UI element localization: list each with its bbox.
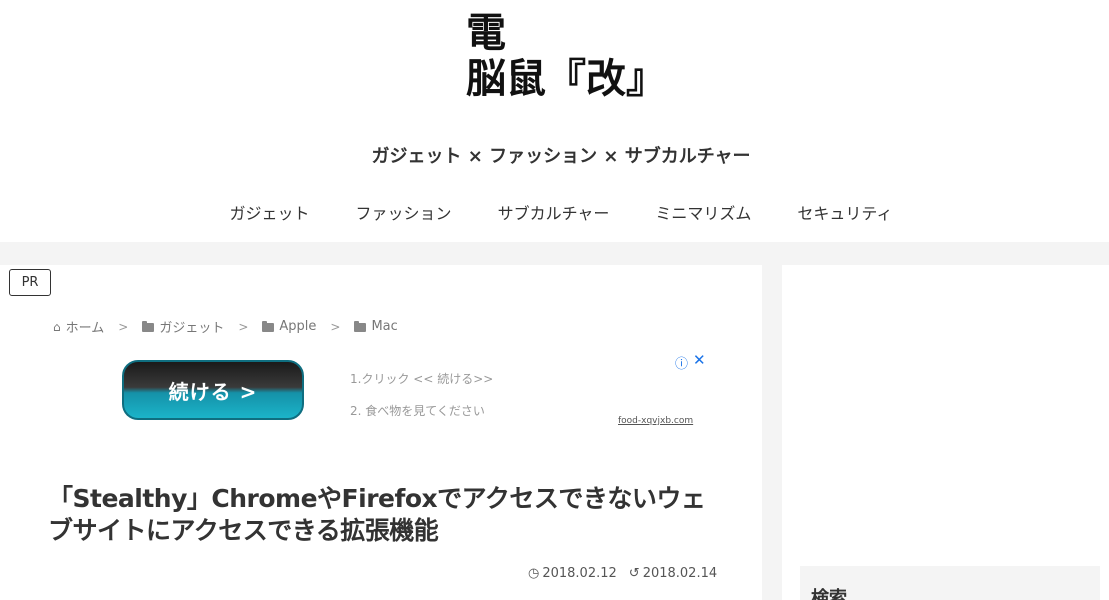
- nav-item-minimalism[interactable]: ミニマリズム: [655, 200, 751, 224]
- breadcrumb-home-label: ホーム: [65, 321, 105, 336]
- sidebar: [782, 265, 1109, 600]
- logo-line-1: 電: [466, 9, 506, 56]
- chevron-right-icon: >: [238, 319, 249, 334]
- chevron-right-icon: >: [330, 319, 341, 334]
- nav-item-security[interactable]: セキュリティ: [797, 200, 892, 224]
- main-content: [0, 265, 762, 600]
- ad-continue-button[interactable]: 続ける >: [122, 360, 304, 420]
- post-dates: ◷ 2018.02.12 ↺ 2018.02.14: [528, 566, 717, 581]
- ad-info-icon[interactable]: ⓘ: [675, 353, 688, 372]
- updated-date-value: 2018.02.14: [642, 566, 718, 581]
- breadcrumb-home[interactable]: ⌂ ホーム: [53, 317, 105, 337]
- updated-date: ↺ 2018.02.14: [629, 566, 717, 581]
- nav-item-fashion[interactable]: ファッション: [356, 200, 452, 224]
- ad-banner[interactable]: 続ける > 1.クリック << 続ける>> 2. 食べ物を見てください food…: [110, 347, 710, 432]
- breadcrumb-label: Mac: [371, 319, 398, 334]
- logo-line-2: 脳鼠『改』: [466, 55, 666, 102]
- home-icon: ⌂: [53, 319, 61, 334]
- folder-icon: [262, 320, 275, 332]
- pr-badge: PR: [9, 269, 51, 296]
- ad-close-icon[interactable]: ✕: [693, 351, 706, 369]
- site-header: 電 脳鼠『改』 ガジェット × ファッション × サブカルチャー ガジェット フ…: [0, 0, 1109, 242]
- chevron-right-icon: >: [118, 319, 129, 334]
- article-title: 「Stealthy」ChromeやFirefoxでアクセスできないウェブサイトに…: [48, 484, 706, 545]
- published-date-value: 2018.02.12: [542, 566, 617, 581]
- site-logo[interactable]: 電 脳鼠『改』: [466, 10, 666, 102]
- folder-icon: [354, 320, 367, 332]
- ad-text-line-1: 1.クリック << 続ける>>: [350, 372, 494, 386]
- breadcrumb: ⌂ ホーム > ガジェット > Apple > Mac: [53, 317, 398, 336]
- search-widget-title: 検索: [811, 588, 847, 600]
- site-tagline: ガジェット × ファッション × サブカルチャー: [371, 146, 751, 167]
- nav-item-subculture[interactable]: サブカルチャー: [498, 200, 610, 224]
- global-nav: ガジェット ファッション サブカルチャー ミニマリズム セキュリティ: [0, 200, 1109, 224]
- nav-item-gadget[interactable]: ガジェット: [230, 200, 310, 224]
- published-date: ◷ 2018.02.12: [528, 566, 617, 581]
- breadcrumb-item-mac[interactable]: Mac: [354, 319, 398, 334]
- folder-icon: [142, 320, 155, 332]
- breadcrumb-item-apple[interactable]: Apple: [262, 319, 316, 334]
- breadcrumb-item-gadget[interactable]: ガジェット: [142, 317, 224, 336]
- ad-text-line-2: 2. 食べ物を見てください: [350, 404, 485, 418]
- breadcrumb-label: Apple: [279, 319, 317, 334]
- ad-domain-link[interactable]: food-xqvjxb.com: [618, 416, 693, 426]
- clock-icon: ◷: [528, 566, 540, 581]
- breadcrumb-label: ガジェット: [159, 321, 225, 336]
- refresh-icon: ↺: [628, 566, 640, 581]
